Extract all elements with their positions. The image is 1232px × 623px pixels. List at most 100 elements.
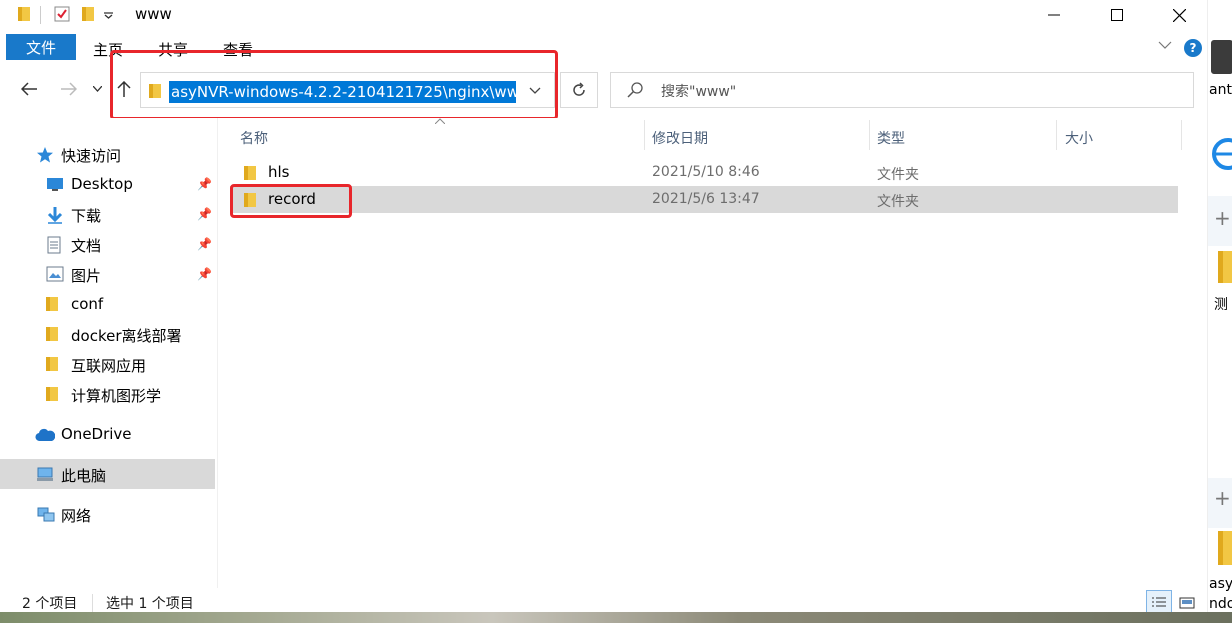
pin-icon[interactable]: 📌 (197, 237, 212, 251)
details-view-icon (1152, 597, 1166, 607)
title-bar: www (0, 0, 1207, 32)
search-placeholder: 搜索"www" (661, 84, 737, 100)
properties-icon[interactable] (54, 6, 70, 22)
network-icon (37, 507, 55, 522)
minimize-icon (1048, 14, 1060, 16)
sidebar-item-documents[interactable]: 文档 📌 (0, 229, 215, 259)
desktop-background: ant + 测 + asyD ndo (1207, 0, 1232, 623)
tab-file[interactable]: 文件 (6, 34, 76, 60)
folder-icon (244, 166, 256, 180)
window-title: www (135, 5, 172, 23)
sort-up-icon (435, 118, 445, 124)
help-button[interactable]: ? (1184, 39, 1202, 57)
sidebar-item-quick-access[interactable]: 快速访问 (0, 139, 215, 169)
column-separator (1181, 120, 1182, 150)
selection-count: 选中 1 个项目 (106, 596, 194, 612)
desktop-shortcut-icon[interactable] (1211, 40, 1232, 74)
sidebar-item-desktop[interactable]: Desktop 📌 (0, 169, 215, 199)
pin-icon[interactable]: 📌 (197, 207, 212, 221)
navigation-bar: asyNVR-windows-4.2.2-2104121725\nginx\ww… (0, 50, 1207, 120)
sidebar-item-label: OneDrive (61, 425, 132, 443)
column-header-date[interactable]: 修改日期 (652, 128, 708, 148)
column-header-size[interactable]: 大小 (1065, 128, 1093, 148)
sidebar-item-conf[interactable]: conf (0, 289, 215, 319)
browser-icon[interactable] (1210, 136, 1232, 172)
sidebar-item-label: 网络 (61, 507, 92, 525)
pin-icon[interactable]: 📌 (197, 177, 212, 191)
folder-icon (46, 297, 58, 311)
column-separator (869, 120, 870, 150)
minimize-button[interactable] (1031, 0, 1077, 30)
file-name: hls (268, 163, 290, 181)
sidebar-item-label: docker离线部署 (71, 327, 182, 345)
pictures-icon (46, 266, 64, 282)
item-count: 2 个项目 (22, 596, 78, 612)
sidebar-item-label: conf (71, 295, 104, 313)
back-arrow-icon[interactable] (21, 82, 38, 96)
refresh-button[interactable] (560, 72, 598, 108)
sidebar-item-label: 互联网应用 (71, 357, 147, 375)
pin-icon[interactable]: 📌 (197, 267, 212, 281)
sidebar-item-downloads[interactable]: 下载 📌 (0, 199, 215, 229)
folder-icon[interactable] (1214, 250, 1232, 284)
file-date: 2021/5/10 8:46 (652, 164, 760, 180)
forward-arrow-icon[interactable] (60, 82, 77, 96)
plus-icon: + (1214, 206, 1231, 230)
new-folder-icon[interactable] (82, 6, 94, 22)
status-divider (92, 594, 93, 612)
desktop-label: asyD (1209, 576, 1232, 592)
file-list: 名称 修改日期 类型 大小 hls 2021/5/10 8:46 文件夹 rec… (218, 118, 1207, 588)
desktop-icon (47, 178, 63, 191)
column-header-type[interactable]: 类型 (877, 128, 905, 148)
folder-icon (46, 387, 58, 401)
document-icon (47, 236, 61, 254)
highlight-box-record (230, 184, 352, 218)
highlight-box-address (110, 50, 558, 120)
sidebar-item-label: 文档 (71, 237, 102, 255)
column-separator (644, 120, 645, 150)
search-box[interactable]: 搜索"www" (610, 72, 1194, 108)
sidebar-item-label: 快速访问 (61, 147, 122, 165)
file-type: 文件夹 (877, 194, 919, 210)
sidebar-item-label: Desktop (71, 175, 133, 193)
sidebar-item-label: 下载 (71, 207, 102, 225)
maximize-button[interactable] (1094, 0, 1140, 30)
close-icon (1172, 8, 1186, 22)
folder-icon (46, 327, 58, 341)
maximize-icon (1111, 9, 1123, 21)
sidebar-item-graphics[interactable]: 计算机图形学 (0, 379, 215, 409)
file-date: 2021/5/6 13:47 (652, 191, 760, 207)
folder-icon[interactable] (1214, 530, 1232, 566)
navigation-pane: 快速访问 Desktop 📌 下载 📌 文档 📌 图片 📌 conf docke… (0, 118, 218, 588)
star-icon (37, 147, 53, 163)
folder-icon (46, 357, 58, 371)
desktop-label: ant (1209, 82, 1232, 98)
sidebar-item-network[interactable]: 网络 (0, 499, 215, 529)
sidebar-item-internet-apps[interactable]: 互联网应用 (0, 349, 215, 379)
computer-icon (37, 467, 53, 481)
plus-icon: + (1214, 486, 1231, 510)
refresh-icon (573, 82, 585, 96)
close-button[interactable] (1156, 0, 1202, 30)
column-header-name[interactable]: 名称 (240, 128, 268, 148)
sidebar-item-this-pc[interactable]: 此电脑 (0, 459, 215, 489)
cloud-icon (35, 428, 55, 442)
download-icon (47, 207, 63, 224)
file-type: 文件夹 (877, 167, 919, 183)
sidebar-item-pictures[interactable]: 图片 📌 (0, 259, 215, 289)
table-row[interactable]: record 2021/5/6 13:47 文件夹 (230, 186, 1178, 213)
desktop-label: 测 (1214, 297, 1228, 313)
sidebar-item-label: 此电脑 (61, 467, 107, 485)
table-row[interactable]: hls 2021/5/10 8:46 文件夹 (230, 159, 1178, 186)
column-separator (1056, 120, 1057, 150)
quick-access-dropdown-icon[interactable] (104, 11, 113, 19)
expand-ribbon-chevron-icon[interactable] (1158, 40, 1172, 50)
desktop-label: ndo (1209, 596, 1232, 612)
sidebar-item-docker[interactable]: docker离线部署 (0, 319, 215, 349)
desktop-wallpaper-strip (0, 612, 1232, 623)
large-icons-view-icon (1179, 597, 1195, 609)
search-icon (627, 82, 643, 98)
sidebar-item-onedrive[interactable]: OneDrive (0, 419, 215, 449)
file-explorer-window: www 文件 主页 共享 查看 ? asyNVR-windows-4.2.2-2… (0, 0, 1207, 623)
recent-locations-chevron-icon[interactable] (93, 86, 102, 92)
